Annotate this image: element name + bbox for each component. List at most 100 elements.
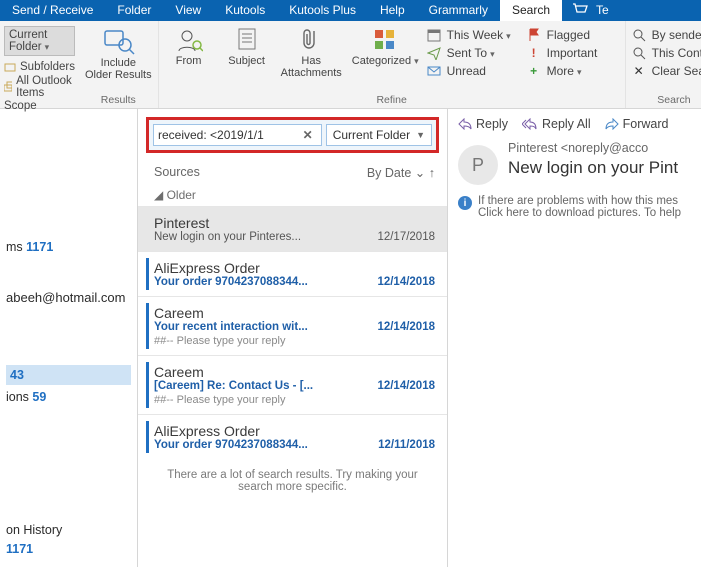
chevron-down-icon: ⌄ — [415, 166, 425, 180]
scope-subfolders[interactable]: Subfolders — [4, 61, 75, 73]
message-preview: ##-- Please type your reply — [154, 335, 435, 347]
flagged-button[interactable]: Flagged — [527, 28, 619, 42]
message-list-pane: received: <2019/1/1 ✕ Current Folder ▼ S… — [138, 109, 448, 567]
scope-panel: Current Folder Subfolders All Outlook It… — [0, 21, 79, 108]
message-from: AliExpress Order — [154, 260, 435, 276]
menu-send-receive[interactable]: Send / Receive — [0, 0, 105, 21]
message-from: Careem — [154, 364, 435, 380]
message-date: 12/14/2018 — [377, 321, 435, 333]
message-preview: ##-- Please type your reply — [154, 394, 435, 406]
nav-account[interactable]: abeeh@hotmail.com — [6, 290, 131, 305]
refine-caption: Refine — [376, 94, 406, 106]
info-icon: i — [458, 196, 472, 210]
forward-button[interactable]: Forward — [605, 117, 669, 131]
message-item[interactable]: AliExpress Order Your order 970423708834… — [138, 251, 447, 296]
sent-to-icon — [427, 46, 441, 60]
reply-all-label: Reply All — [542, 117, 591, 131]
by-sender-button[interactable]: By sender▾ — [632, 28, 701, 42]
this-week-button[interactable]: This Week — [427, 28, 519, 42]
message-item[interactable]: Pinterest New login on your Pinteres...1… — [138, 206, 447, 251]
subject-icon — [235, 27, 259, 53]
categorized-icon — [372, 27, 398, 53]
nav-history[interactable]: on History — [6, 523, 131, 537]
menu-kutools[interactable]: Kutools — [213, 0, 277, 21]
reply-button[interactable]: Reply — [458, 117, 508, 131]
include-older-label: Include Older Results — [85, 57, 152, 81]
message-date: 12/14/2018 — [377, 380, 435, 392]
message-item[interactable]: AliExpress Order Your order 970423708834… — [138, 414, 447, 459]
avatar: P — [458, 145, 498, 185]
plus-icon: + — [527, 64, 541, 78]
menu-view[interactable]: View — [163, 0, 213, 21]
flagged-label: Flagged — [547, 28, 590, 42]
unread-button[interactable]: Unread — [427, 64, 519, 78]
cart-icon[interactable] — [562, 0, 594, 21]
nav-folder-1[interactable]: ms 1171 — [6, 240, 131, 254]
menu-folder[interactable]: Folder — [105, 0, 163, 21]
message-subject: Your recent interaction wit... — [154, 321, 308, 333]
message-item[interactable]: Careem [Careem] Re: Contact Us - [...12/… — [138, 355, 447, 414]
group-search: By sender▾ This Conta ✕Clear Searc Searc… — [626, 21, 701, 108]
nav-folder-selected[interactable]: 43 — [6, 365, 131, 385]
message-date: 12/11/2018 — [378, 439, 435, 451]
message-item[interactable]: Careem Your recent interaction wit...12/… — [138, 296, 447, 355]
sort-by-date[interactable]: By Date ⌄ ↑ — [367, 165, 435, 180]
sent-to-button[interactable]: Sent To — [427, 46, 519, 60]
unread-bar — [146, 303, 149, 349]
calendar-icon — [427, 28, 441, 42]
folder-icon — [4, 61, 16, 73]
menu-kutools-plus[interactable]: Kutools Plus — [277, 0, 368, 21]
has-attachments-button[interactable]: Has Attachments — [281, 25, 342, 79]
nav-folder-1-count: 1171 — [26, 240, 53, 254]
sent-to-label: Sent To — [447, 46, 495, 60]
menu-grammarly[interactable]: Grammarly — [417, 0, 500, 21]
this-contact-button[interactable]: This Conta — [632, 46, 701, 60]
subject-button[interactable]: Subject — [223, 25, 271, 67]
search-footnote: There are a lot of search results. Try m… — [138, 459, 447, 503]
sources-header[interactable]: Sources — [154, 165, 200, 180]
clear-search-button[interactable]: ✕Clear Searc — [632, 64, 701, 78]
from-label: From — [176, 55, 202, 67]
important-button[interactable]: !Important — [527, 46, 619, 60]
from-button[interactable]: From — [165, 25, 213, 67]
sort-asc-icon[interactable]: ↑ — [429, 166, 435, 180]
categorized-button[interactable]: Categorized — [352, 25, 419, 67]
menu-extra[interactable]: Te — [594, 0, 621, 21]
this-week-label: This Week — [447, 28, 511, 42]
include-older-results-button[interactable]: Include Older Results — [85, 25, 152, 81]
ribbon: Current Folder Subfolders All Outlook It… — [0, 21, 701, 109]
folder-nav: ms 1171 abeeh@hotmail.com 43 ions 59 on … — [0, 109, 138, 567]
forward-label: Forward — [623, 117, 669, 131]
search-scope-dropdown[interactable]: Current Folder ▼ — [326, 124, 432, 146]
scope-current-folder[interactable]: Current Folder — [4, 26, 75, 56]
download-pictures-infobar[interactable]: i If there are problems with how this me… — [458, 195, 701, 219]
message-from: Pinterest — [154, 215, 435, 231]
nav-folder-2[interactable]: ions 59 — [6, 390, 131, 404]
nav-history-count: 1171 — [6, 542, 131, 556]
reply-all-button[interactable]: Reply All — [522, 117, 591, 131]
message-date: 12/17/2018 — [377, 231, 435, 243]
message-from: AliExpress Order — [154, 423, 435, 439]
nav-folder-selected-count: 43 — [10, 368, 24, 382]
from-icon — [175, 27, 203, 53]
reply-label: Reply — [476, 117, 508, 131]
unread-bar — [146, 362, 149, 408]
nav-folder-2-count: 59 — [32, 390, 46, 404]
message-title: New login on your Pint — [508, 158, 678, 178]
menu-search[interactable]: Search — [500, 0, 562, 21]
group-older[interactable]: ◢ Older — [138, 184, 447, 206]
scope-subfolders-label: Subfolders — [20, 61, 75, 73]
reply-all-icon — [522, 118, 538, 130]
more-button[interactable]: +More — [527, 64, 619, 78]
unread-bar — [146, 258, 149, 290]
clear-query-icon[interactable]: ✕ — [299, 128, 317, 142]
infobar-line1: If there are problems with how this mes — [478, 195, 681, 207]
menu-help[interactable]: Help — [368, 0, 417, 21]
infobar-line2: Click here to download pictures. To help — [478, 207, 681, 219]
folders-icon — [4, 81, 12, 93]
subject-label: Subject — [228, 55, 265, 67]
search-input[interactable]: received: <2019/1/1 ✕ — [153, 124, 322, 146]
important-icon: ! — [527, 46, 541, 60]
by-sender-label: By sender — [652, 28, 701, 42]
scope-all-items[interactable]: All Outlook Items — [4, 75, 75, 99]
